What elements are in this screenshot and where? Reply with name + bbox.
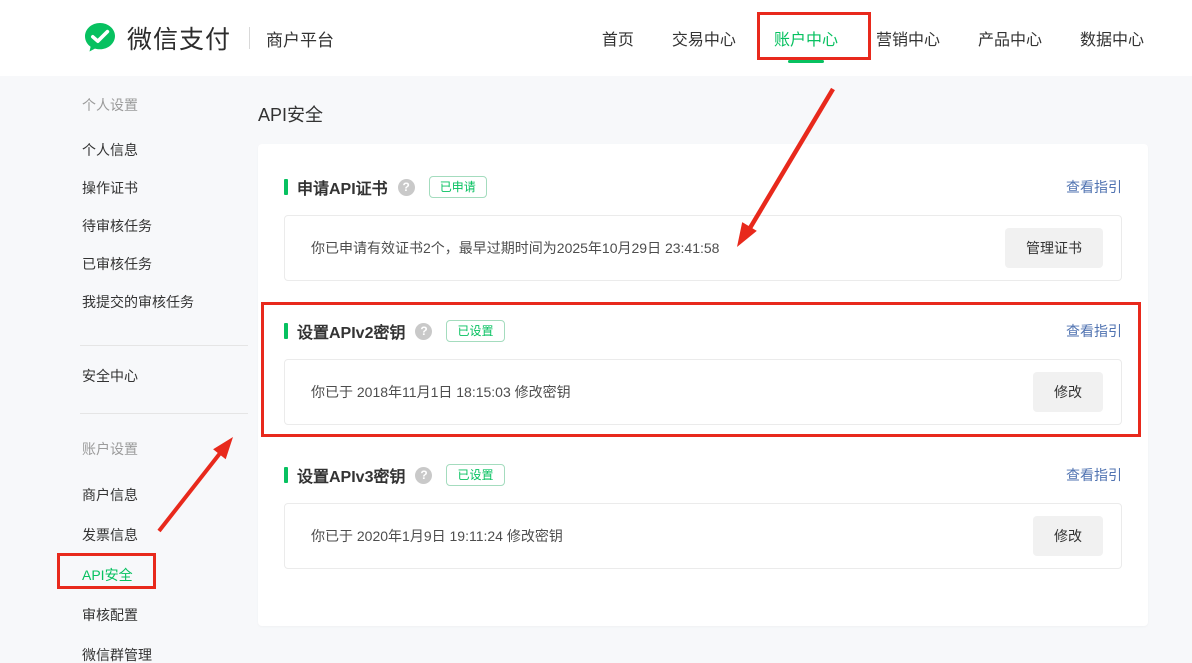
section-accent-bar [284, 323, 288, 339]
sidebar-item-merchant-info[interactable]: 商户信息 [0, 475, 258, 515]
section-accent-bar [284, 179, 288, 195]
sidebar-item-my-submitted-tasks[interactable]: 我提交的审核任务 [0, 283, 258, 321]
section-title: 设置APIv2密钥 [297, 319, 405, 343]
top-nav: 首页 交易中心 账户中心 营销中心 产品中心 数据中心 [602, 26, 1144, 50]
status-badge: 已设置 [446, 464, 504, 486]
help-icon[interactable]: ? [398, 179, 415, 196]
nav-item-account-center[interactable]: 账户中心 [774, 26, 838, 50]
status-badge: 已申请 [429, 176, 487, 198]
sidebar-item-api-security[interactable]: API安全 [0, 555, 258, 595]
sidebar-item-reviewed-tasks[interactable]: 已审核任务 [0, 245, 258, 283]
section-box: 你已申请有效证书2个，最早过期时间为2025年10月29日 23:41:58 管… [284, 215, 1122, 281]
view-guide-link[interactable]: 查看指引 [1066, 321, 1122, 341]
certificate-status-text: 你已申请有效证书2个，最早过期时间为2025年10月29日 23:41:58 [311, 238, 719, 258]
section-box: 你已于 2018年11月1日 18:15:03 修改密钥 修改 [284, 359, 1122, 425]
help-icon[interactable]: ? [415, 467, 432, 484]
nav-item-data-center[interactable]: 数据中心 [1080, 26, 1144, 50]
modify-apiv2-key-button[interactable]: 修改 [1033, 372, 1103, 412]
section-title: 设置APIv3密钥 [297, 463, 405, 487]
view-guide-link[interactable]: 查看指引 [1066, 465, 1122, 485]
section-box: 你已于 2020年1月9日 19:11:24 修改密钥 修改 [284, 503, 1122, 569]
sidebar-group-account-settings: 账户设置 [0, 430, 258, 468]
api-security-card: 申请API证书 ? 已申请 查看指引 你已申请有效证书2个，最早过期时间为202… [258, 144, 1148, 626]
sidebar-item-operation-cert[interactable]: 操作证书 [0, 169, 258, 207]
sidebar-item-personal-info[interactable]: 个人信息 [0, 131, 258, 169]
section-apiv3-key: 设置APIv3密钥 ? 已设置 查看指引 你已于 2020年1月9日 19:11… [284, 462, 1122, 569]
manage-certificate-button[interactable]: 管理证书 [1005, 228, 1103, 268]
brand-name: 微信支付 [127, 20, 231, 56]
sidebar: 个人设置 个人信息 操作证书 待审核任务 已审核任务 我提交的审核任务 安全中心… [0, 76, 258, 663]
brand-logo[interactable]: 微信支付 商户平台 [82, 20, 334, 56]
section-title: 申请API证书 [297, 175, 388, 199]
main-content: API安全 申请API证书 ? 已申请 查看指引 你已申请有效证书2个，最早过期… [258, 76, 1192, 663]
section-api-certificate: 申请API证书 ? 已申请 查看指引 你已申请有效证书2个，最早过期时间为202… [284, 174, 1122, 281]
page: 微信支付 商户平台 首页 交易中心 账户中心 营销中心 产品中心 数据中心 个人… [0, 0, 1192, 663]
nav-item-home[interactable]: 首页 [602, 26, 634, 50]
view-guide-link[interactable]: 查看指引 [1066, 177, 1122, 197]
sidebar-divider [80, 413, 248, 414]
sidebar-item-review-config[interactable]: 审核配置 [0, 595, 258, 635]
help-icon[interactable]: ? [415, 323, 432, 340]
portal-name: 商户平台 [266, 26, 334, 51]
sidebar-item-invoice-info[interactable]: 发票信息 [0, 515, 258, 555]
nav-item-product-center[interactable]: 产品中心 [978, 26, 1042, 50]
apiv2-key-status-text: 你已于 2018年11月1日 18:15:03 修改密钥 [311, 382, 571, 402]
sidebar-item-pending-review-tasks[interactable]: 待审核任务 [0, 207, 258, 245]
sidebar-divider [80, 345, 248, 346]
section-apiv2-key: 设置APIv2密钥 ? 已设置 查看指引 你已于 2018年11月1日 18:1… [284, 318, 1122, 425]
brand-divider [249, 27, 250, 49]
apiv3-key-status-text: 你已于 2020年1月9日 19:11:24 修改密钥 [311, 526, 563, 546]
top-header: 微信支付 商户平台 首页 交易中心 账户中心 营销中心 产品中心 数据中心 [0, 0, 1192, 76]
wechat-pay-logo-icon [82, 20, 118, 56]
status-badge: 已设置 [446, 320, 504, 342]
sidebar-group-personal-settings: 个人设置 [0, 86, 258, 124]
modify-apiv3-key-button[interactable]: 修改 [1033, 516, 1103, 556]
page-title: API安全 [258, 101, 1148, 127]
sidebar-item-security-center[interactable]: 安全中心 [0, 357, 258, 395]
section-accent-bar [284, 467, 288, 483]
nav-item-marketing-center[interactable]: 营销中心 [876, 26, 940, 50]
sidebar-item-wechat-group-management[interactable]: 微信群管理 [0, 635, 258, 663]
nav-item-transaction-center[interactable]: 交易中心 [672, 26, 736, 50]
page-body: 个人设置 个人信息 操作证书 待审核任务 已审核任务 我提交的审核任务 安全中心… [0, 76, 1192, 663]
